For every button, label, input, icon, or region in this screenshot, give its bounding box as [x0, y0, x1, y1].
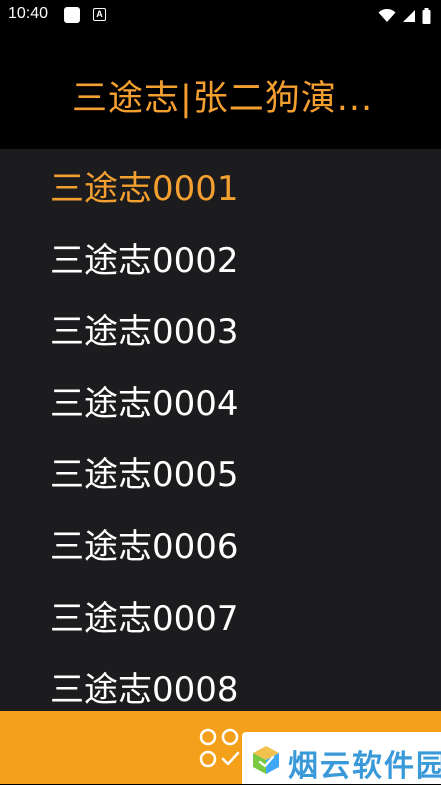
- episode-item[interactable]: 三途志0005: [50, 439, 239, 511]
- watermark-text: 烟云软件园: [288, 749, 441, 784]
- episode-item[interactable]: 三途志0003: [50, 296, 239, 368]
- signal-icon: [403, 10, 415, 22]
- text-notification-icon: A: [93, 8, 106, 21]
- status-indicators: [378, 6, 431, 26]
- episode-item[interactable]: 三途志0008: [50, 654, 239, 711]
- status-time: 10:40: [8, 5, 49, 22]
- app-header: 三途志|张二狗演...: [0, 32, 441, 149]
- status-bar: 10:40 A: [0, 0, 441, 32]
- episode-item[interactable]: 三途志0004: [50, 368, 239, 440]
- wifi-icon: [378, 9, 396, 22]
- bottom-bar: 烟云软件园: [0, 711, 441, 784]
- battery-icon: [422, 8, 431, 24]
- episode-item[interactable]: 三途志0006: [50, 511, 239, 583]
- cube-logo-icon: [253, 746, 279, 774]
- episode-item[interactable]: 三途志0007: [50, 583, 239, 655]
- episode-item[interactable]: 三途志0002: [50, 225, 239, 297]
- episode-list[interactable]: 三途志0001 三途志0002 三途志0003 三途志0004 三途志0005 …: [0, 149, 441, 711]
- episode-grid-icon[interactable]: [198, 727, 242, 771]
- episode-item[interactable]: 三途志0001: [50, 153, 239, 225]
- page-title: 三途志|张二狗演...: [72, 79, 374, 119]
- app-square-icon: [64, 7, 80, 23]
- watermark: 烟云软件园: [242, 732, 441, 784]
